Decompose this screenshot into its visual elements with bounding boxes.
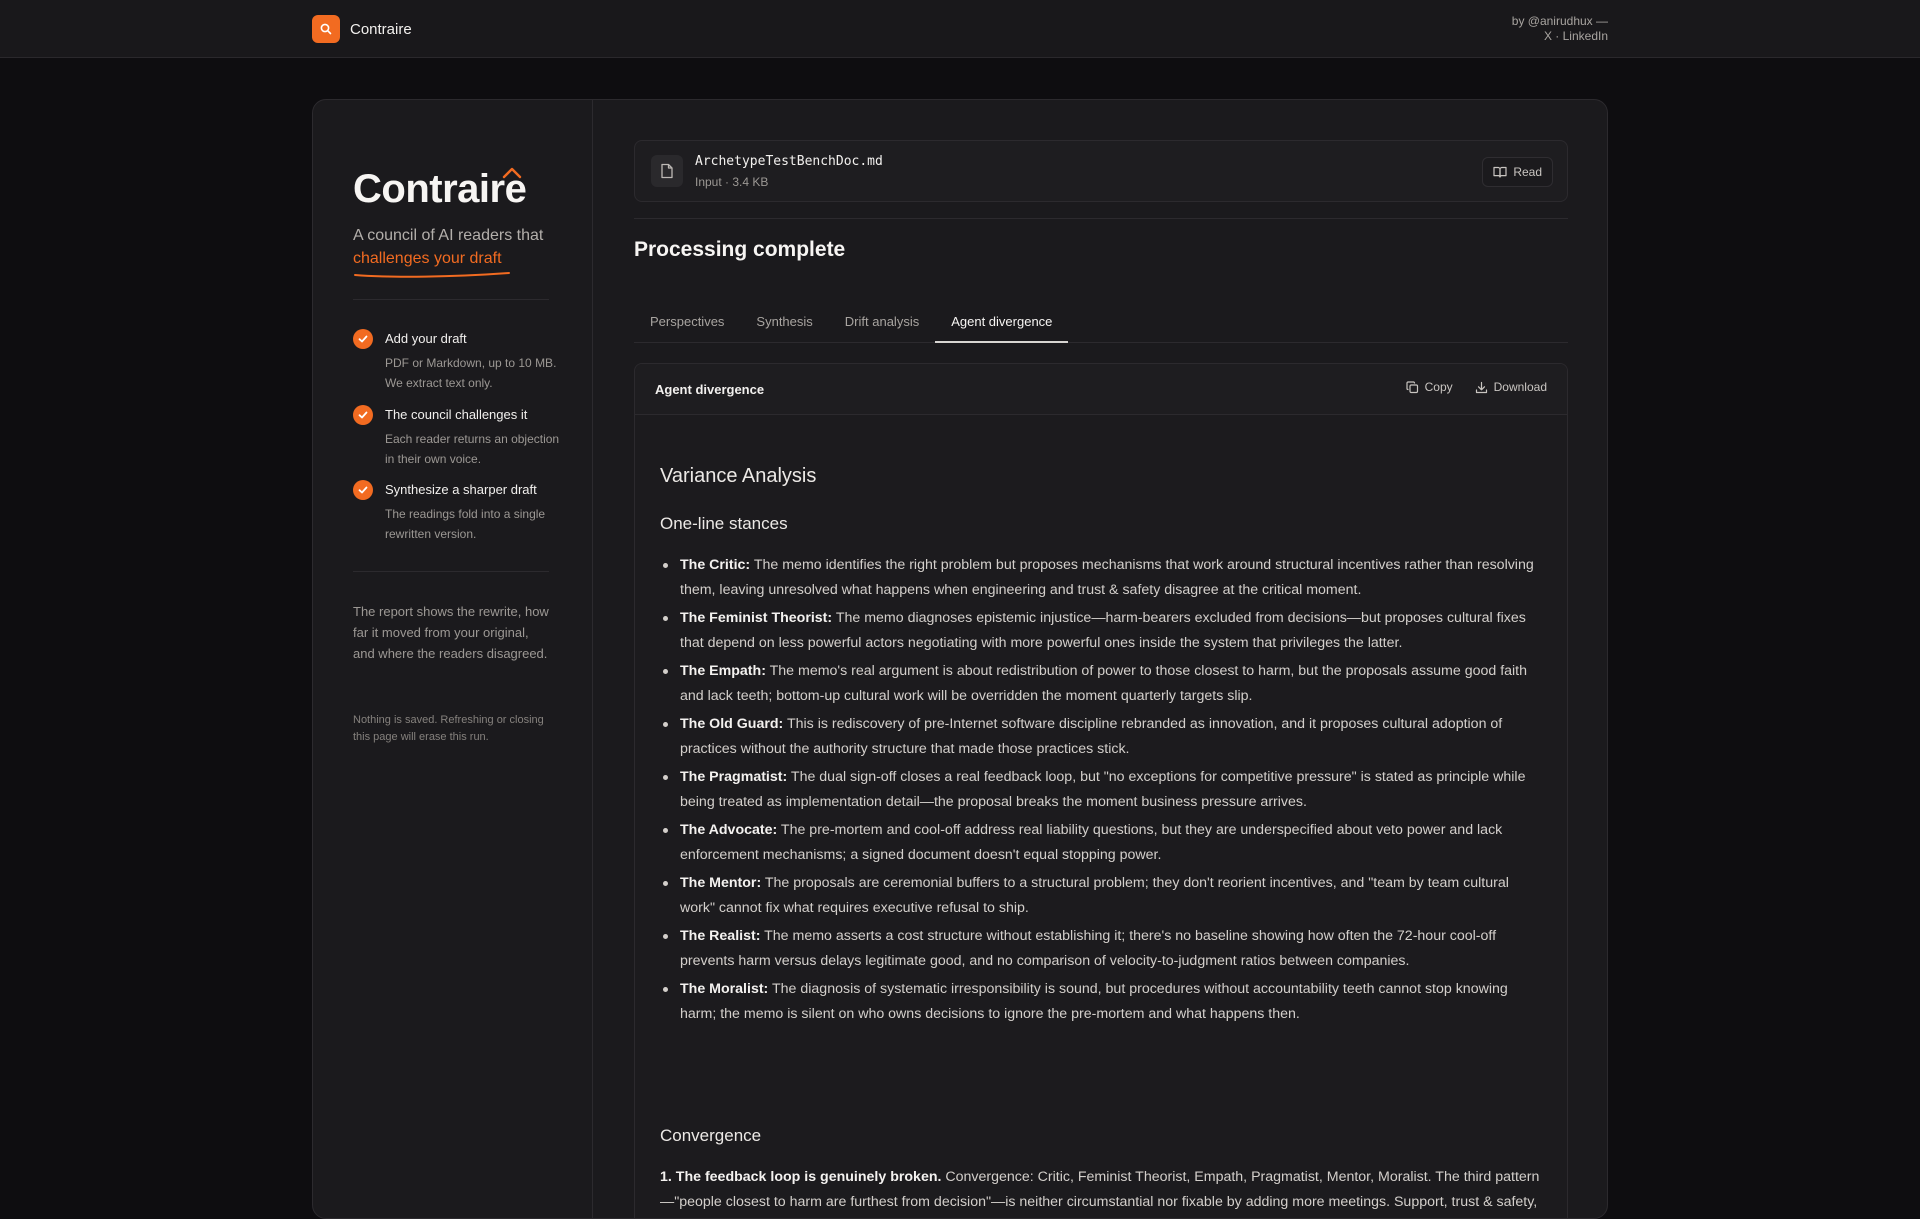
- search-icon: [312, 15, 340, 43]
- file-meta: Input · 3.4 KB: [695, 175, 769, 189]
- sidebar: Contraire A council of AI readers that c…: [313, 100, 593, 1218]
- check-icon: [353, 480, 373, 500]
- list-item: The Advocate: The pre-mortem and cool-of…: [660, 818, 1544, 867]
- status-title: Processing complete: [634, 238, 846, 261]
- linkedin-link[interactable]: LinkedIn: [1563, 29, 1608, 43]
- list-item: The Realist: The memo asserts a cost str…: [660, 924, 1544, 973]
- list-item: The Feminist Theorist: The memo diagnose…: [660, 606, 1544, 655]
- list-item: The Mentor: The proposals are ceremonial…: [660, 871, 1544, 920]
- list-item: The Old Guard: This is rediscovery of pr…: [660, 712, 1544, 761]
- stance-name: The Advocate:: [680, 822, 778, 838]
- step-desc: PDF or Markdown, up to 10 MB. We extract…: [385, 356, 557, 390]
- book-open-icon: [1493, 166, 1507, 178]
- check-icon: [353, 329, 373, 349]
- read-button[interactable]: Read: [1482, 157, 1553, 187]
- tab-bar: Perspectives Synthesis Drift analysis Ag…: [634, 310, 1568, 343]
- stance-text: This is rediscovery of pre-Internet soft…: [680, 716, 1503, 757]
- list-item: The Critic: The memo identifies the righ…: [660, 553, 1544, 602]
- x-link[interactable]: X: [1544, 29, 1552, 43]
- tagline-plain: A council of AI readers that: [353, 227, 544, 244]
- copy-label: Copy: [1424, 380, 1453, 394]
- privacy-note: Nothing is saved. Refreshing or closing …: [353, 714, 544, 743]
- stance-name: The Moralist:: [680, 981, 769, 997]
- stance-name: The Critic:: [680, 557, 751, 573]
- check-icon: [353, 405, 373, 425]
- tagline: A council of AI readers that challenges …: [353, 224, 563, 270]
- step-desc: Each reader returns an objection in thei…: [385, 432, 560, 466]
- tab-drift-analysis[interactable]: Drift analysis: [829, 310, 935, 343]
- heading-variance-analysis: Variance Analysis: [660, 465, 817, 487]
- download-button[interactable]: Download: [1475, 380, 1547, 394]
- panel-title: Agent divergence: [655, 382, 765, 397]
- panel-actions: Copy Download: [1406, 380, 1547, 394]
- list-item: The Empath: The memo's real argument is …: [660, 659, 1544, 708]
- sidebar-divider: [353, 299, 549, 300]
- caret-mark-icon: [502, 167, 522, 179]
- stance-name: The Pragmatist:: [680, 769, 788, 785]
- tab-synthesis[interactable]: Synthesis: [740, 310, 828, 343]
- link-separator: ·: [1551, 29, 1563, 43]
- stance-name: The Realist:: [680, 928, 761, 944]
- stance-text: The memo identifies the right problem bu…: [680, 557, 1534, 598]
- sidebar-divider: [353, 571, 549, 572]
- stance-name: The Feminist Theorist:: [680, 610, 833, 626]
- stance-text: The pre-mortem and cool-off address real…: [680, 822, 1503, 863]
- file-icon: [651, 155, 683, 187]
- brand[interactable]: Contraire: [312, 15, 412, 43]
- stance-name: The Mentor:: [680, 875, 762, 891]
- panel-header: Agent divergence Copy Download: [635, 364, 1567, 415]
- stance-text: The dual sign-off closes a real feedback…: [680, 769, 1526, 810]
- stance-name: The Old Guard:: [680, 716, 784, 732]
- squiggle-underline-icon: [354, 272, 510, 278]
- stance-text: The memo's real argument is about redist…: [680, 663, 1528, 704]
- copy-icon: [1406, 380, 1418, 393]
- byline: by @anirudhux — X · LinkedIn: [1512, 14, 1608, 44]
- stance-text: The proposals are ceremonial buffers to …: [680, 875, 1509, 916]
- content-divider: [634, 218, 1568, 219]
- heading-one-line-stances: One-line stances: [660, 514, 788, 533]
- tagline-highlight: challenges your draft: [353, 250, 502, 267]
- report-panel: Agent divergence Copy Download Variance …: [634, 363, 1568, 1218]
- step-title: The council challenges it: [385, 407, 528, 422]
- brand-name: Contraire: [350, 20, 412, 38]
- tab-perspectives[interactable]: Perspectives: [634, 310, 740, 343]
- heading-convergence: Convergence: [660, 1126, 762, 1145]
- step-title: Add your draft: [385, 331, 467, 346]
- download-label: Download: [1493, 380, 1547, 394]
- copy-button[interactable]: Copy: [1406, 380, 1453, 394]
- convergence-lead: 1. The feedback loop is genuinely broken…: [660, 1169, 942, 1185]
- byline-prefix: by @anirudhux —: [1511, 14, 1608, 28]
- input-file-row: ArchetypeTestBenchDoc.md Input · 3.4 KB …: [634, 140, 1568, 202]
- step-title: Synthesize a sharper draft: [385, 482, 537, 497]
- stance-name: The Empath:: [680, 663, 766, 679]
- content: ArchetypeTestBenchDoc.md Input · 3.4 KB …: [634, 100, 1568, 1218]
- list-item: The Moralist: The diagnosis of systemati…: [660, 977, 1544, 1026]
- stance-text: The memo asserts a cost structure withou…: [680, 928, 1497, 969]
- download-icon: [1475, 381, 1487, 393]
- tab-agent-divergence[interactable]: Agent divergence: [935, 310, 1069, 343]
- convergence-paragraph: 1. The feedback loop is genuinely broken…: [660, 1165, 1544, 1218]
- stance-text: The diagnosis of systematic irresponsibi…: [680, 981, 1508, 1022]
- read-label: Read: [1513, 165, 1542, 179]
- list-item: The Pragmatist: The dual sign-off closes…: [660, 765, 1544, 814]
- stance-list: The Critic: The memo identifies the righ…: [660, 553, 1544, 1030]
- file-name: ArchetypeTestBenchDoc.md: [695, 154, 883, 169]
- top-bar: Contraire by @anirudhux — X · LinkedIn: [0, 0, 1920, 58]
- report-note: The report shows the rewrite, how far it…: [353, 604, 549, 661]
- main-card: Contraire A council of AI readers that c…: [312, 99, 1608, 1219]
- step-desc: The readings fold into a single rewritte…: [385, 507, 546, 541]
